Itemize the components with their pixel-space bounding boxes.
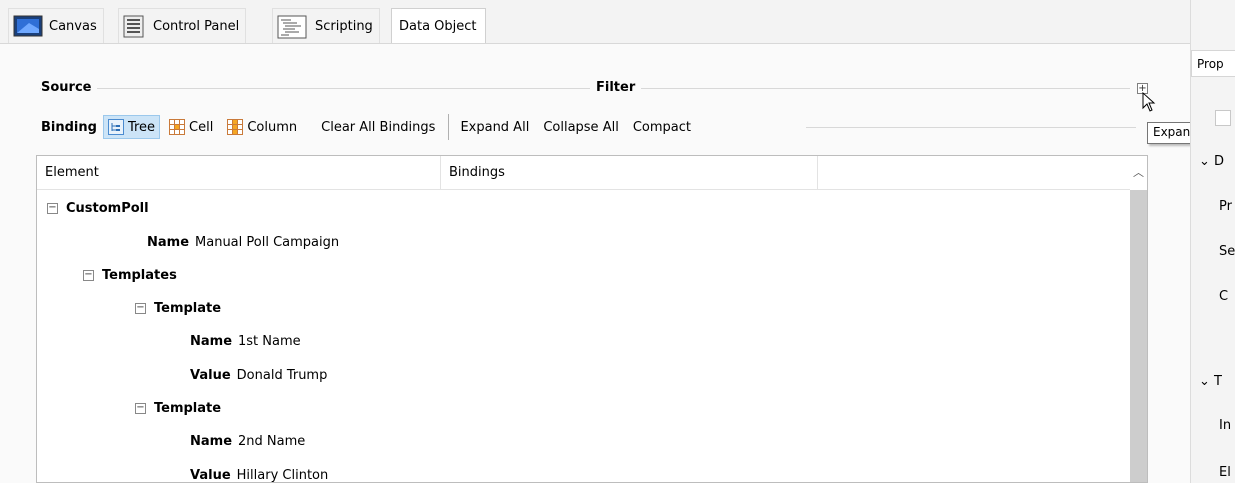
tree-row[interactable]: Value Donald Trump <box>190 364 327 386</box>
tree-node-value: 2nd Name <box>238 433 306 449</box>
panel-group-header[interactable]: ⌄ D <box>1199 154 1224 169</box>
tab-label: Control Panel <box>153 18 240 34</box>
chevron-down-icon: ⌄ <box>1199 374 1210 389</box>
panel-group-label: D <box>1214 154 1225 169</box>
panel-group-header[interactable]: ⌄ T <box>1199 374 1222 389</box>
toolbar-separator <box>448 114 450 140</box>
cell-grid-icon <box>169 119 186 135</box>
tab-label: Scripting <box>315 18 373 34</box>
tree-node-value: Hillary Clinton <box>236 467 329 483</box>
tree-node-label: Name <box>190 433 233 449</box>
clear-all-bindings-button[interactable]: Clear All Bindings <box>316 115 440 139</box>
tree-node-value: Manual Poll Campaign <box>195 234 340 250</box>
collapse-icon[interactable]: − <box>83 269 94 281</box>
compact-button[interactable]: Compact <box>628 115 696 139</box>
section-divider <box>40 88 1130 89</box>
source-section-label: Source <box>41 80 98 95</box>
chevron-down-icon: ⌄ <box>1199 154 1210 169</box>
binding-toolbar: Binding Tree Cell Column Clear All Bindi… <box>41 114 700 140</box>
tree-icon <box>107 119 124 135</box>
properties-panel: Prop ⌄ D Pr Se C ⌄ T In El <box>1190 0 1235 483</box>
tree-node-label: Name <box>147 234 190 250</box>
tree-node-label: Templates <box>102 267 177 283</box>
toolbar-divider <box>806 127 1136 128</box>
tree-node-value: 1st Name <box>238 333 301 349</box>
collapse-icon[interactable]: − <box>47 202 58 214</box>
tab-scripting[interactable]: Scripting <box>272 8 380 43</box>
panel-property-label: Pr <box>1219 199 1232 214</box>
tree-row[interactable]: − Template <box>135 297 221 319</box>
tree-node-label: Template <box>154 400 222 416</box>
tree-binding-button[interactable]: Tree <box>102 115 161 139</box>
tree-node-value: Donald Trump <box>236 367 328 383</box>
tree-row[interactable]: Name 2nd Name <box>190 430 305 452</box>
tree-row[interactable]: Name 1st Name <box>190 330 301 352</box>
vertical-scrollbar[interactable]: ︿ <box>1130 156 1147 482</box>
tree-node-label: Value <box>190 367 231 383</box>
control-panel-icon <box>123 15 147 38</box>
tree-row[interactable]: − Templates <box>83 264 177 286</box>
filter-section-label: Filter <box>590 80 642 95</box>
collapse-all-button[interactable]: Collapse All <box>538 115 624 139</box>
tree-row[interactable]: − CustomPoll <box>47 197 149 219</box>
tab-canvas[interactable]: Canvas <box>8 8 104 43</box>
panel-group-label: T <box>1214 374 1222 389</box>
column-binding-label: Column <box>247 119 298 135</box>
panel-property-label: El <box>1219 465 1231 480</box>
mouse-cursor-icon <box>1142 91 1156 115</box>
editor-tab-bar: Canvas Control Panel Scripting Data Obje… <box>0 0 1190 44</box>
canvas-icon <box>13 15 43 37</box>
tab-control-panel[interactable]: Control Panel <box>118 8 247 43</box>
panel-property-label: Se <box>1219 244 1235 259</box>
column-binding-button[interactable]: Column <box>222 115 302 139</box>
scrollbar-thumb[interactable] <box>1130 190 1147 482</box>
tab-label: Data Object <box>399 19 477 34</box>
collapse-icon[interactable]: − <box>135 402 146 414</box>
tree-binding-label: Tree <box>127 119 156 135</box>
cell-binding-label: Cell <box>189 119 214 135</box>
tree-node-label: Template <box>154 300 222 316</box>
tree-row[interactable]: Value Hillary Clinton <box>190 464 328 483</box>
scroll-up-arrow-icon[interactable]: ︿ <box>1130 156 1147 190</box>
column-header-bindings[interactable]: Bindings <box>441 156 817 190</box>
column-header-element[interactable]: Element <box>37 156 440 190</box>
tree-node-label: Value <box>190 467 231 483</box>
expand-all-button[interactable]: Expand All <box>455 115 534 139</box>
tab-label: Canvas <box>49 18 97 34</box>
tab-data-object[interactable]: Data Object <box>391 8 486 44</box>
tree-row[interactable]: − Template <box>135 397 221 419</box>
column-grid-icon <box>227 119 244 135</box>
checkbox[interactable] <box>1215 110 1231 126</box>
element-tree-view[interactable]: Element Bindings − CustomPoll Name Manua… <box>36 155 1148 483</box>
scripting-icon <box>277 15 309 39</box>
tree-row[interactable]: Name Manual Poll Campaign <box>147 231 339 253</box>
panel-property-label: C <box>1219 289 1229 304</box>
panel-property-label: In <box>1219 418 1232 433</box>
collapse-icon[interactable]: − <box>135 302 146 314</box>
tree-header: Element Bindings <box>37 156 1131 190</box>
tree-node-label: CustomPoll <box>66 200 149 216</box>
properties-tab[interactable]: Prop <box>1191 50 1235 77</box>
column-divider[interactable] <box>817 156 818 190</box>
cell-binding-button[interactable]: Cell <box>164 115 218 139</box>
binding-label: Binding <box>41 119 97 135</box>
tree-node-label: Name <box>190 333 233 349</box>
